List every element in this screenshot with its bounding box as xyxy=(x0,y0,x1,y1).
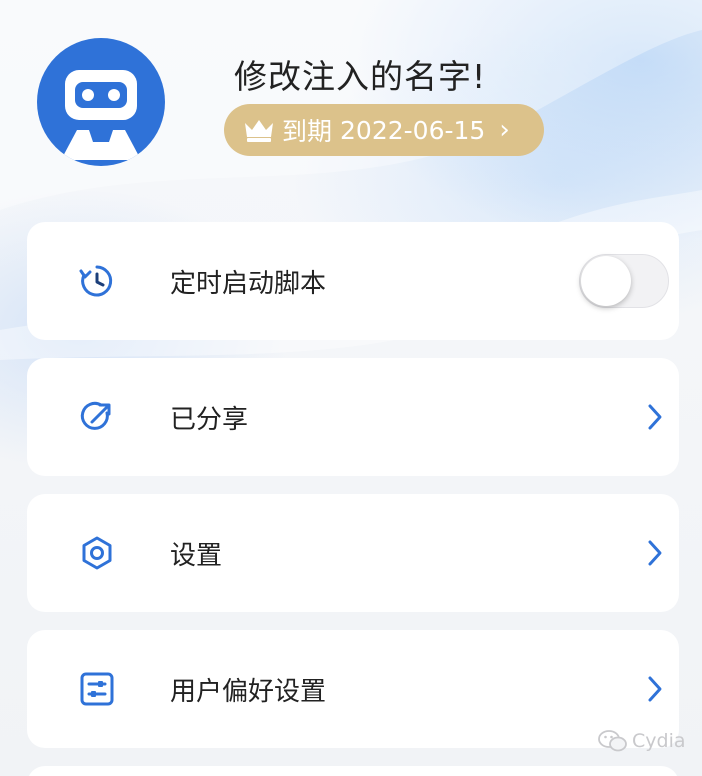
avatar[interactable] xyxy=(37,38,165,166)
menu-item-timer-script[interactable]: 定时启动脚本 xyxy=(27,222,679,340)
timer-toggle[interactable] xyxy=(579,254,669,308)
menu-item-user-preferences[interactable]: 用户偏好设置 xyxy=(27,630,679,748)
wechat-icon xyxy=(598,730,627,752)
menu-item-partial[interactable] xyxy=(27,766,679,776)
menu-item-label: 用户偏好设置 xyxy=(170,676,327,707)
robot-avatar-icon xyxy=(61,70,141,160)
crown-icon xyxy=(245,120,273,142)
chevron-right-icon: › xyxy=(499,115,510,145)
expire-date: 2022-06-15 xyxy=(340,115,486,145)
chevron-right-icon xyxy=(648,404,662,430)
share-icon xyxy=(80,401,111,430)
toggle-knob xyxy=(581,256,631,306)
watermark-text: Cydia xyxy=(632,730,686,752)
chevron-right-icon xyxy=(648,540,662,566)
chevron-right-icon xyxy=(648,676,662,702)
username: 修改注入的名字! xyxy=(234,57,487,96)
sliders-icon xyxy=(80,672,114,706)
profile-header: 修改注入的名字! 到期 2022-06-15 › xyxy=(0,0,702,220)
timer-icon xyxy=(79,265,113,297)
watermark: Cydia xyxy=(598,730,686,752)
menu-item-label: 定时启动脚本 xyxy=(170,268,327,299)
menu-item-settings[interactable]: 设置 xyxy=(27,494,679,612)
expire-label: 到期 xyxy=(282,117,333,146)
menu-item-shared[interactable]: 已分享 xyxy=(27,358,679,476)
hexagon-settings-icon xyxy=(82,536,112,570)
expire-badge[interactable]: 到期 2022-06-15 › xyxy=(224,104,544,156)
menu-item-label: 已分享 xyxy=(170,404,249,435)
menu-item-label: 设置 xyxy=(170,540,223,571)
